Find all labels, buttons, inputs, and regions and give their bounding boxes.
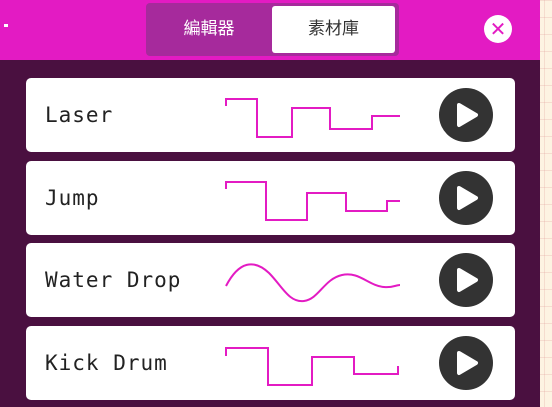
waveform-kick-drum	[225, 347, 399, 386]
close-button[interactable]: ✕	[484, 15, 512, 43]
play-icon	[457, 351, 478, 375]
tab-assets[interactable]: 素材庫	[272, 6, 395, 53]
sound-item-water-drop[interactable]: Water Drop	[26, 243, 515, 317]
close-icon: ✕	[489, 17, 507, 41]
play-button[interactable]	[439, 253, 493, 307]
sound-library-panel: 編輯器 素材庫 ✕ Laser Jump Water Drop Kick Dru…	[0, 0, 540, 407]
header-marker	[4, 24, 8, 27]
tab-editor[interactable]: 編輯器	[149, 6, 269, 53]
sound-item-kick-drum[interactable]: Kick Drum	[26, 326, 515, 400]
waveform-water-drop	[225, 263, 401, 303]
tab-group: 編輯器 素材庫	[146, 3, 399, 56]
header-bar: 編輯器 素材庫 ✕	[0, 0, 540, 60]
play-icon	[457, 103, 478, 127]
play-button[interactable]	[439, 336, 493, 390]
sound-name: Laser	[45, 103, 114, 127]
sound-item-laser[interactable]: Laser	[26, 78, 515, 152]
play-button[interactable]	[439, 88, 493, 142]
play-button[interactable]	[439, 171, 493, 225]
sound-name: Kick Drum	[45, 351, 168, 375]
waveform-jump	[225, 181, 400, 221]
sound-item-jump[interactable]: Jump	[26, 161, 515, 235]
waveform-laser	[225, 98, 400, 138]
play-icon	[457, 186, 478, 210]
play-icon	[457, 268, 478, 292]
sound-name: Water Drop	[45, 268, 182, 292]
sound-name: Jump	[45, 186, 100, 210]
